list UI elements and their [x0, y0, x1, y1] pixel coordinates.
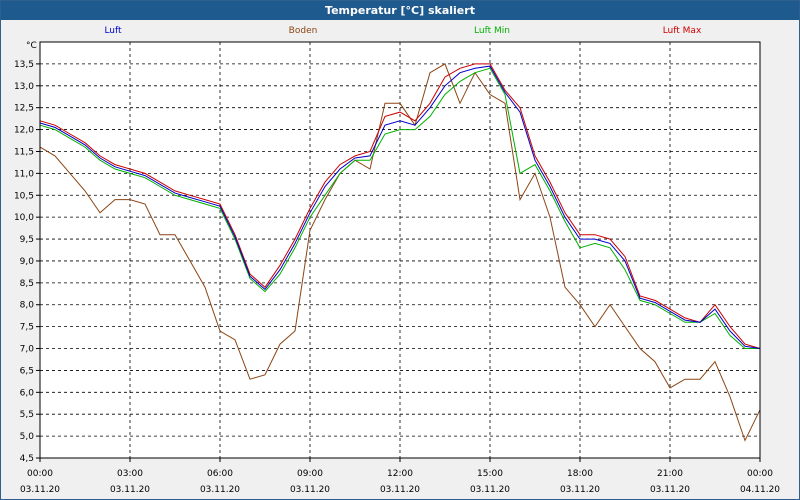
- x-tick-time: 12:00: [387, 469, 413, 479]
- y-tick-label: 4,5: [20, 454, 34, 464]
- legend-entry: Luft Max: [663, 26, 702, 36]
- y-tick-label: 5,0: [20, 432, 35, 442]
- x-tick-time: 21:00: [657, 469, 683, 479]
- x-tick-date: 03.11.20: [470, 485, 510, 495]
- x-tick-time: 06:00: [207, 469, 233, 479]
- y-axis-ticks: 4,5 5,0 5,5 6,0 6,5 7,0 7,5 8,0 8,5 9,0 9,5 10,0 10,…: [14, 60, 40, 464]
- y-tick-label: 12,0: [14, 126, 34, 136]
- y-tick-label: 5,5: [20, 410, 34, 420]
- y-tick-label: 13,5: [14, 60, 34, 70]
- x-tick-time: 09:00: [297, 469, 323, 479]
- y-tick-label: 12,5: [14, 104, 34, 114]
- y-tick-label: 13,0: [14, 82, 34, 92]
- x-tick-time: 18:00: [567, 469, 593, 479]
- y-tick-label: 11,0: [14, 169, 34, 179]
- legend-entry: Boden: [289, 26, 318, 36]
- y-tick-label: 7,5: [20, 323, 34, 333]
- legend-entry: Luft Min: [474, 26, 510, 36]
- legend: Luft Boden Luft Min Luft Max: [104, 26, 702, 36]
- x-tick-date: 03.11.20: [200, 485, 240, 495]
- x-tick-time: 15:00: [477, 469, 503, 479]
- x-tick-time: 03:00: [117, 469, 143, 479]
- y-tick-label: 6,0: [20, 388, 35, 398]
- y-tick-label: 10,0: [14, 213, 34, 223]
- y-axis-unit: °C: [26, 41, 37, 51]
- y-tick-label: 10,5: [14, 191, 34, 201]
- temperature-chart: 4,5 5,0 5,5 6,0 6,5 7,0 7,5 8,0 8,5 9,0 9,5 10,0 10,…: [14, 26, 780, 495]
- x-tick-date: 03.11.20: [20, 485, 60, 495]
- x-tick-date: 03.11.20: [110, 485, 150, 495]
- x-tick-time: 00:00: [747, 469, 773, 479]
- x-tick-time: 00:00: [27, 469, 53, 479]
- x-tick-date: 03.11.20: [380, 485, 420, 495]
- x-axis-ticks: 00:00 03.11.20 03:00 03.11.20 06:00 03.11.20 0…: [20, 458, 780, 495]
- x-tick-date: 03.11.20: [290, 485, 330, 495]
- y-tick-label: 9,5: [20, 235, 34, 245]
- y-tick-label: 9,0: [20, 257, 35, 267]
- y-tick-label: 6,5: [20, 366, 34, 376]
- y-tick-label: 11,5: [14, 147, 34, 157]
- y-tick-label: 8,5: [20, 279, 34, 289]
- y-tick-label: 8,0: [20, 301, 35, 311]
- x-tick-date: 03.11.20: [650, 485, 690, 495]
- x-tick-date: 03.11.20: [560, 485, 600, 495]
- y-tick-label: 7,0: [20, 345, 35, 355]
- legend-entry: Luft: [104, 26, 122, 36]
- x-tick-date: 04.11.20: [740, 485, 780, 495]
